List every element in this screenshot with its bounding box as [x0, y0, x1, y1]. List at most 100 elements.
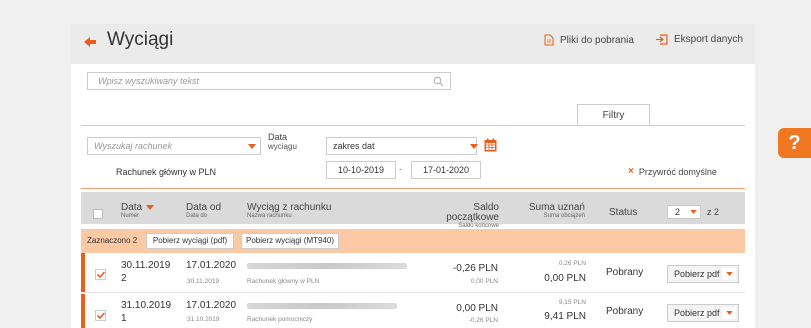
row-pdf-dropdown-button[interactable] [722, 268, 736, 280]
page-count: z 2 [707, 207, 720, 217]
export-label: Eksport danych [674, 34, 743, 45]
row-checkbox[interactable] [95, 310, 106, 321]
col-date-from-label: Data od [186, 202, 222, 213]
page-title: Wyciągi [107, 29, 174, 50]
page-number: 2 [675, 207, 681, 217]
account-select[interactable]: Wyszukaj rachunek [87, 137, 261, 155]
table-header [81, 192, 745, 224]
row-date-from: 17.01.2020 [186, 260, 237, 271]
date-label-main: Data [268, 132, 288, 142]
statements-page: Wyciągi Pliki do pobrania Eksport danych… [71, 24, 755, 328]
row-debits: 0,00 PLN [544, 273, 586, 284]
date-label: Data wyciągu [268, 132, 297, 152]
row-checkbox[interactable] [95, 269, 106, 280]
download-mt940-button[interactable]: Pobierz wyciągi (MT940) [241, 233, 339, 249]
col-date-from: Data od Data do [186, 203, 221, 220]
reset-defaults-link[interactable]: × Przywróć domyślne [628, 166, 717, 177]
date-separator: - [399, 164, 402, 174]
col-credits: Suma uznań Suma obciążeń [523, 203, 585, 220]
table-row[interactable]: 30.11.2019 2 17.01.2020 30.11.2019 Rachu… [81, 253, 745, 293]
search-placeholder: Wpisz wyszukiwany tekst [98, 76, 200, 86]
row-balance-start: -0,26 PLN [452, 263, 498, 274]
col-credits-label: Suma uznań [528, 202, 585, 213]
checkmark-icon [96, 312, 105, 319]
downloads-label: Pliki do pobrania [560, 34, 634, 46]
row-status: Pobrany [606, 267, 644, 278]
col-balance-label: Saldo początkowe [446, 202, 499, 223]
chevron-down-icon [689, 210, 697, 214]
col-date-to-label: Data do [186, 213, 208, 219]
row-pdf-label: Pobierz pdf [674, 269, 720, 279]
row-pdf-dropdown-button[interactable] [722, 307, 736, 319]
row-account-name: Rachunek główny w PLN [247, 278, 320, 285]
row-date-to: 31.10.2019 [187, 316, 220, 323]
col-status: Status [609, 207, 638, 218]
chevron-down-icon [725, 311, 733, 315]
row-date: 31.10.2019 [121, 300, 172, 311]
calendar-icon[interactable] [484, 138, 497, 152]
row-balance-end: -0,26 PLN [468, 317, 498, 324]
row-balance-start: 0,00 PLN [456, 303, 498, 314]
content-panel: Wpisz wyszukiwany tekst Filtry Wyszukaj … [71, 64, 755, 328]
row-date-from: 17.01.2020 [186, 300, 237, 311]
downloads-link[interactable]: Pliki do pobrania [544, 34, 634, 46]
row-date: 30.11.2019 [121, 260, 171, 271]
row-pdf-label: Pobierz pdf [674, 308, 720, 318]
col-statement: Wyciąg z rachunku Nazwa rachunku [247, 203, 331, 220]
search-icon[interactable] [433, 76, 444, 87]
download-pdf-button[interactable]: Pobierz wyciągi (pdf) [146, 233, 234, 249]
row-status: Pobrany [606, 306, 644, 317]
row-marker [81, 253, 85, 292]
row-number: 1 [121, 313, 127, 324]
col-statement-label: Wyciąg z rachunku [247, 202, 332, 213]
col-account-name-label: Nazwa rachunku [247, 213, 292, 219]
selection-count: Zaznaczono 2 [87, 236, 138, 245]
redacted-account-number [247, 263, 407, 269]
page-select[interactable]: 2 [667, 205, 701, 219]
row-debits: 9,41 PLN [544, 311, 586, 322]
export-link[interactable]: Eksport danych [655, 34, 743, 45]
chevron-down-icon [470, 143, 478, 149]
row-credits: 9,15 PLN [558, 299, 586, 306]
reset-label: Przywróć domyślne [638, 166, 717, 177]
help-button[interactable]: ? [778, 128, 811, 158]
checkmark-icon [96, 271, 105, 278]
date-from-input[interactable]: 10-10-2019 [326, 161, 396, 179]
row-account-name: Rachunek pomocniczy [247, 316, 313, 323]
row-balance-end: 0,00 PLN [470, 278, 498, 285]
col-number-label: Numer [121, 213, 140, 219]
date-range-select[interactable]: zakres dat [326, 137, 477, 155]
row-date-to: 30.11.2019 [187, 278, 220, 285]
row-credits: 0,26 PLN [558, 260, 586, 267]
row-number: 2 [121, 273, 127, 284]
col-debits-label: Suma obciążeń [543, 213, 585, 219]
tab-divider [81, 125, 745, 126]
file-icon [544, 34, 554, 46]
row-marker [81, 294, 85, 328]
date-range-dropdown-button[interactable] [466, 139, 482, 153]
sort-desc-icon[interactable] [145, 205, 154, 210]
page-dropdown-button[interactable] [686, 206, 700, 218]
tab-filters[interactable]: Filtry [577, 104, 650, 126]
col-date-label: Data [121, 202, 143, 213]
date-range-value: zakres dat [333, 141, 375, 151]
col-date[interactable]: Data Numer [121, 203, 154, 220]
close-icon: × [628, 166, 634, 177]
filters-separator [81, 188, 745, 189]
search-input[interactable]: Wpisz wyszukiwany tekst [87, 72, 451, 90]
page-header: Wyciągi Pliki do pobrania Eksport danych [71, 24, 755, 64]
export-icon [656, 34, 668, 45]
col-balance: Saldo początkowe Saldo końcowe [423, 203, 499, 230]
row-pdf-button[interactable]: Pobierz pdf [667, 265, 739, 283]
redacted-account-number [247, 303, 397, 309]
back-arrow-icon[interactable] [83, 35, 97, 49]
date-to-input[interactable]: 17-01-2020 [411, 161, 481, 179]
chevron-down-icon [248, 143, 256, 149]
date-label-sub: wyciągu [268, 142, 297, 151]
select-all-checkbox[interactable] [93, 209, 103, 219]
selection-bar: Zaznaczono 2 Pobierz wyciągi (pdf) Pobie… [81, 229, 745, 253]
row-pdf-button[interactable]: Pobierz pdf [667, 304, 739, 322]
account-dropdown-button[interactable] [244, 138, 260, 154]
table-row[interactable]: 31.10.2019 1 17.01.2020 31.10.2019 Rachu… [81, 294, 745, 328]
account-name: Rachunek główny w PLN [116, 167, 217, 177]
